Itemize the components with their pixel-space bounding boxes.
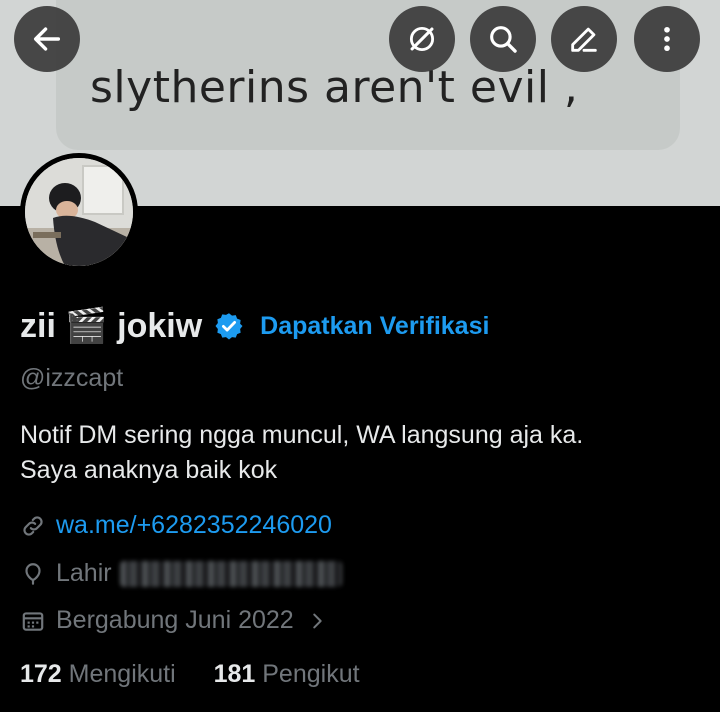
edit-icon xyxy=(571,27,597,52)
bio-line: Notif DM sering ngga muncul, WA langsung… xyxy=(20,421,584,449)
display-name: zii 🎬 jokiw xyxy=(20,307,203,345)
website-row[interactable]: wa.me/+6282352246020 xyxy=(20,511,332,540)
follow-stats: 172 Mengikuti 181 Pengikut xyxy=(20,660,360,689)
avatar-photo xyxy=(25,158,133,266)
profile-bio: Notif DM sering ngga muncul, WA langsung… xyxy=(20,418,700,488)
avatar[interactable] xyxy=(20,153,138,271)
get-verified-link[interactable]: Dapatkan Verifikasi xyxy=(260,312,489,341)
link-icon xyxy=(23,515,43,536)
back-arrow-icon xyxy=(33,27,61,51)
following-label: Mengikuti xyxy=(68,660,176,688)
following-count: 172 xyxy=(20,660,62,688)
edit-button[interactable] xyxy=(551,6,617,72)
verified-badge-icon[interactable] xyxy=(214,311,244,341)
birthdate-label: Lahir xyxy=(56,559,112,587)
calendar-icon xyxy=(22,611,44,631)
birthdate-row: Lahir xyxy=(20,559,342,588)
grok-icon xyxy=(409,26,435,52)
profile-name-row: zii 🎬 jokiw Dapatkan Verifikasi xyxy=(20,306,489,346)
profile-handle: @izzcapt xyxy=(20,364,124,392)
back-button[interactable] xyxy=(14,6,80,72)
website-link[interactable]: wa.me/+6282352246020 xyxy=(56,511,332,540)
bio-line: Saya anaknya baik kok xyxy=(20,456,278,484)
following-link[interactable]: 172 Mengikuti xyxy=(20,660,183,688)
more-button[interactable] xyxy=(634,6,700,72)
grok-button[interactable] xyxy=(389,6,455,72)
chevron-right-icon xyxy=(312,613,322,628)
search-icon xyxy=(490,26,517,53)
joined-row[interactable]: Bergabung Juni 2022 xyxy=(20,606,338,635)
followers-count: 181 xyxy=(213,660,256,688)
more-vert-icon xyxy=(664,26,670,52)
followers-link[interactable]: 181 Pengikut xyxy=(214,660,360,688)
balloon-icon xyxy=(25,562,41,585)
birthdate-redacted xyxy=(119,560,342,587)
joined-date: Bergabung Juni 2022 xyxy=(56,606,294,634)
search-button[interactable] xyxy=(470,6,536,72)
followers-label: Pengikut xyxy=(262,660,360,688)
